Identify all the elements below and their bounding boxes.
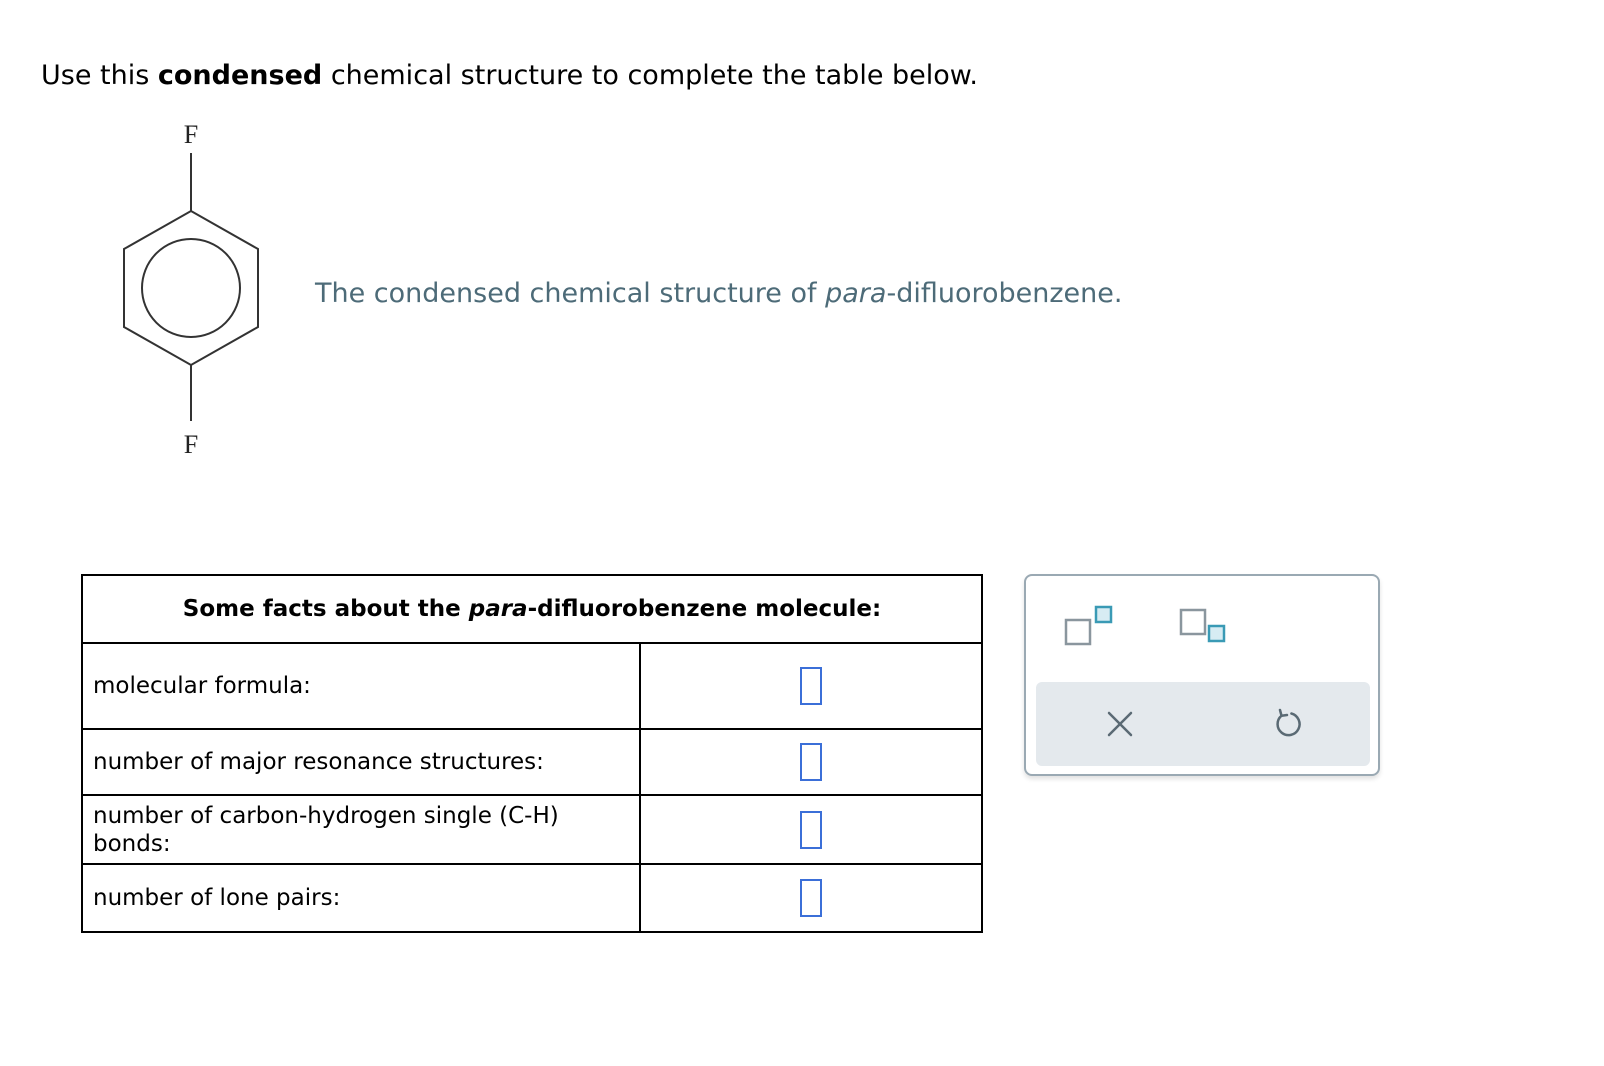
row-label-resonance-structures: number of major resonance structures:	[81, 728, 641, 796]
header-suffix: -difluorobenzene molecule:	[527, 596, 882, 622]
table-row: molecular formula:	[81, 642, 983, 730]
ch-bonds-input[interactable]	[800, 810, 822, 849]
structure-caption: The condensed chemical structure of para…	[315, 276, 1122, 312]
top-fluorine-atom: F	[184, 120, 198, 149]
formula-tool-panel	[1024, 574, 1380, 776]
answer-cell	[639, 794, 983, 865]
close-icon	[1107, 711, 1133, 737]
para-difluorobenzene-structure: F F	[123, 120, 259, 459]
header-prefix: Some facts about the	[182, 596, 469, 622]
resonance-structures-input[interactable]	[800, 743, 822, 781]
row-label-molecular-formula: molecular formula:	[81, 642, 641, 730]
tool-actions-bar	[1036, 682, 1370, 766]
caption-prefix: The condensed chemical structure of	[315, 278, 826, 309]
undo-icon	[1276, 708, 1301, 737]
instruction-text: Use this condensed chemical structure to…	[41, 58, 978, 94]
superscript-icon	[1064, 605, 1113, 646]
caption-italic: para	[825, 278, 887, 309]
answer-cell	[639, 728, 983, 796]
caption-suffix: -difluorobenzene.	[886, 278, 1123, 309]
table-row: number of lone pairs:	[81, 863, 983, 933]
lone-pairs-input[interactable]	[800, 879, 822, 917]
bottom-fluorine-atom: F	[184, 430, 198, 459]
facts-table: Some facts about the para-difluorobenzen…	[81, 574, 983, 933]
facts-table-header: Some facts about the para-difluorobenzen…	[81, 574, 983, 644]
instruction-suffix: chemical structure to complete the table…	[322, 60, 978, 91]
instruction-prefix: Use this	[41, 60, 158, 91]
header-italic: para	[468, 596, 528, 622]
table-row: number of carbon-hydrogen single (C-H) b…	[81, 794, 983, 865]
instruction-bold: condensed	[157, 60, 323, 91]
answer-cell	[639, 863, 983, 933]
benzene-ring	[123, 209, 259, 367]
subscript-button[interactable]	[1171, 596, 1235, 656]
row-label-ch-bonds: number of carbon-hydrogen single (C-H) b…	[81, 794, 641, 865]
table-row: number of major resonance structures:	[81, 728, 983, 796]
clear-button[interactable]	[1092, 696, 1148, 752]
row-label-lone-pairs: number of lone pairs:	[81, 863, 641, 933]
undo-button[interactable]	[1260, 696, 1316, 752]
aromatic-circle	[141, 238, 241, 338]
answer-cell	[639, 642, 983, 730]
molecular-formula-input[interactable]	[800, 667, 822, 705]
subscript-icon	[1179, 608, 1226, 643]
superscript-button[interactable]	[1056, 596, 1120, 656]
